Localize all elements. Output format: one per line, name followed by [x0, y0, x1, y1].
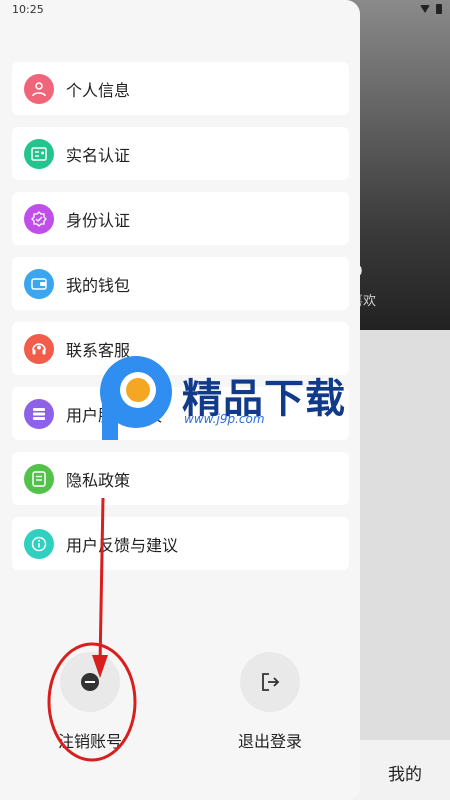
logout-label: 退出登录 [237, 732, 302, 751]
status-icons [420, 4, 442, 14]
document-list-icon [24, 398, 54, 429]
drawer-bottom-actions: 注销账号 退出登录 [0, 652, 360, 752]
menu-item-identity[interactable]: 身份认证 [12, 192, 349, 245]
menu-item-feedback[interactable]: 用户反馈与建议 [12, 517, 349, 570]
watermark-logo: 精品下载 www.j9p.com [100, 356, 360, 440]
logout-button[interactable]: 退出登录 [215, 652, 325, 752]
menu-label: 个人信息 [66, 80, 131, 100]
logout-icon [262, 673, 280, 691]
logout-icon-circle [240, 652, 300, 712]
menu-item-real-name[interactable]: 实名认证 [12, 127, 349, 180]
menu-label: 实名认证 [66, 145, 131, 165]
watermark-url: www.j9p.com [184, 412, 265, 426]
badge-check-icon [24, 203, 54, 234]
drawer-menu: 个人信息 实名认证 身份认证 我的钱包 联系客服 隐私政策 用户反馈与建议 [12, 62, 349, 582]
info-icon [24, 528, 54, 559]
menu-item-privacy-policy[interactable]: 隐私政策 [12, 452, 349, 505]
wifi-icon [420, 5, 430, 13]
minus-circle-icon [81, 673, 99, 691]
menu-label: 身份认证 [66, 210, 131, 230]
id-card-icon [24, 138, 54, 169]
menu-label: 隐私政策 [66, 470, 131, 490]
menu-item-personal-info[interactable]: 个人信息 [12, 62, 349, 115]
headset-icon [24, 333, 54, 364]
nav-tab-mine[interactable]: 我的 [388, 760, 422, 785]
cancel-account-button[interactable]: 注销账号 [35, 652, 145, 752]
menu-label: 用户反馈与建议 [66, 535, 179, 555]
cancel-account-label: 注销账号 [57, 732, 122, 751]
notes-icon [24, 463, 54, 494]
watermark-orange-dot [126, 378, 150, 402]
person-icon [24, 73, 54, 104]
menu-label: 我的钱包 [66, 275, 131, 295]
menu-item-wallet[interactable]: 我的钱包 [12, 257, 349, 310]
battery-icon [436, 4, 442, 14]
cancel-account-icon-circle [60, 652, 120, 712]
status-time: 10:25 [12, 3, 44, 16]
wallet-icon [24, 268, 54, 299]
